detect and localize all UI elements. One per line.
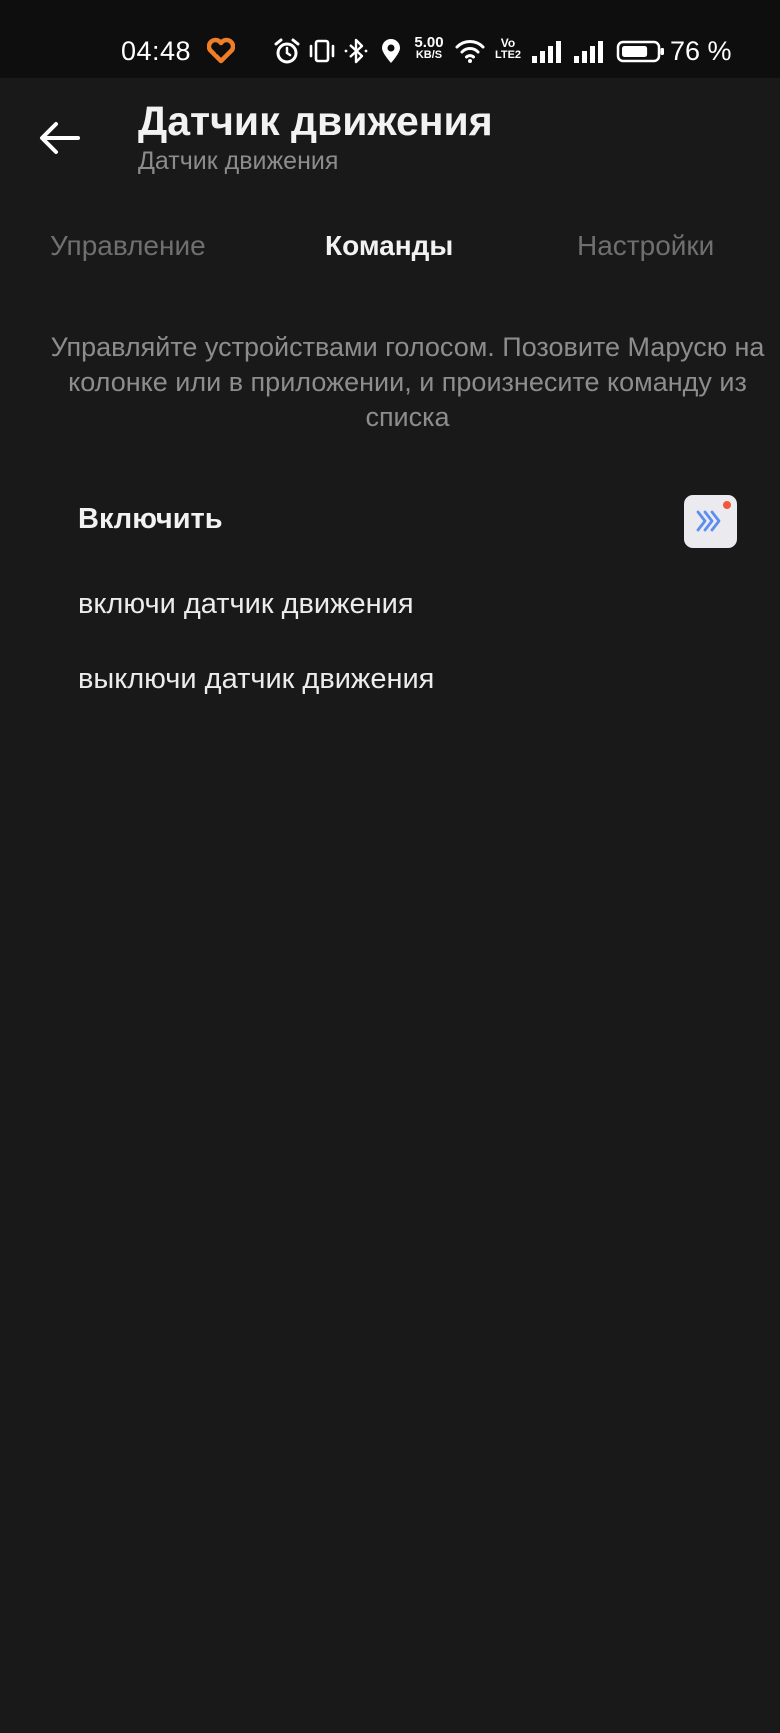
voice-commands-description: Управляйте устройствами голосом. Позовит… [50, 332, 765, 432]
volte-icon: Vo LTE2 [494, 37, 522, 61]
tab-commands[interactable]: Команды [325, 228, 453, 264]
back-button[interactable] [30, 108, 90, 168]
device-status-dot [723, 501, 731, 509]
command-turn-on[interactable]: включи датчик движения [78, 586, 414, 622]
page-subtitle: Датчик движения [138, 147, 339, 175]
battery-percent: 76 % [670, 36, 732, 66]
signal-icon [532, 41, 561, 63]
command-turn-off[interactable]: выключи датчик движения [78, 661, 434, 697]
location-icon [382, 39, 400, 63]
status-time: 04:48 [121, 36, 192, 66]
network-speed-value: 5.00 [414, 34, 444, 51]
bluetooth-icon [344, 38, 368, 64]
page-title: Датчик движения [138, 98, 493, 144]
tab-management[interactable]: Управление [50, 228, 206, 264]
alarm-icon [274, 38, 300, 64]
command-group-title: Включить [78, 503, 223, 535]
volte-line2: LTE2 [494, 49, 522, 61]
battery-icon [616, 40, 664, 63]
vibrate-icon [309, 39, 335, 63]
wifi-icon [455, 40, 485, 63]
status-bar: 04:48 5.00 KB/S Vo LTE2 76 % [0, 0, 780, 78]
heart-logo-icon [207, 37, 235, 64]
network-speed: 5.00 KB/S [408, 34, 450, 62]
volte-line1: Vo [500, 36, 516, 50]
tab-settings[interactable]: Настройки [577, 228, 714, 264]
device-badge[interactable] [684, 495, 737, 548]
arrow-left-icon [40, 122, 80, 154]
signal-icon [574, 41, 603, 63]
